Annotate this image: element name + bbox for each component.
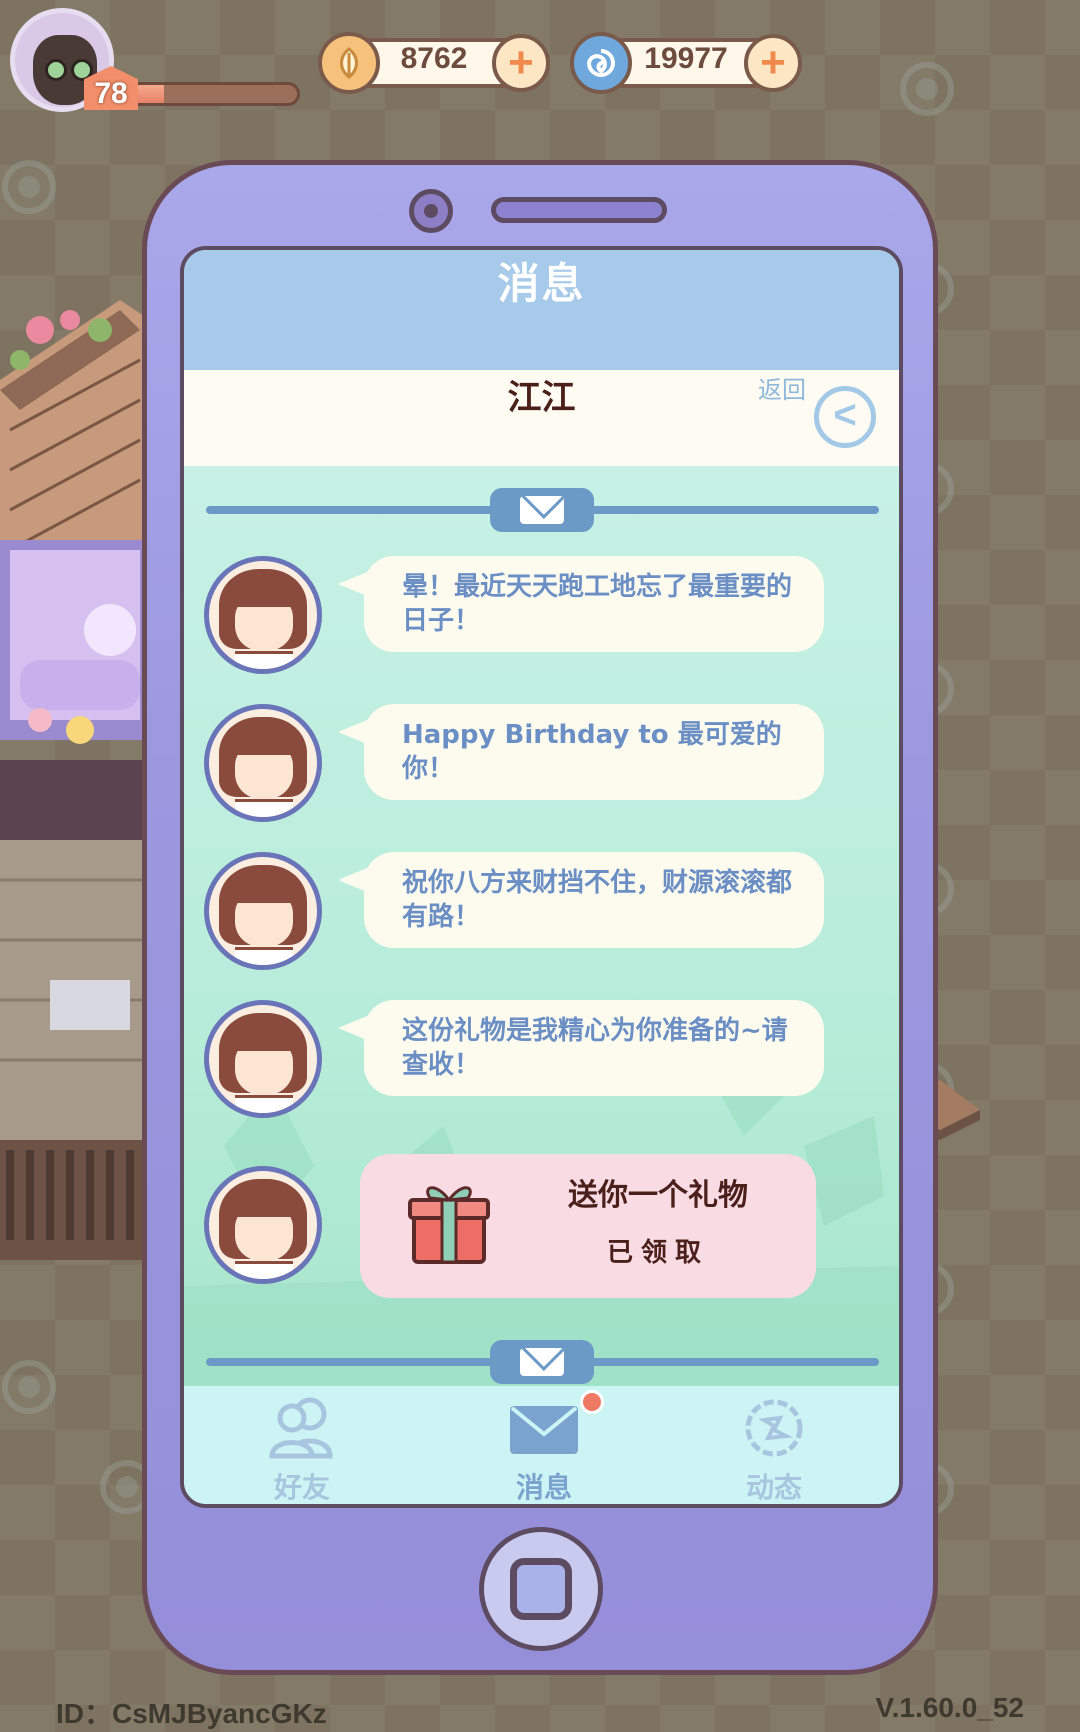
phone-screen: 消息 江江 返回 < 晕！最近天天跑工地忘了最重要的日子！ Happy Birt… (180, 246, 903, 1508)
phone-speaker (491, 197, 667, 223)
version-label: V.1.60.0_52 (875, 1692, 1024, 1723)
bottom-tab-bar: 好友 消息 动态 (184, 1386, 899, 1504)
gift-card[interactable]: 送你一个礼物 已领取 (360, 1154, 816, 1298)
gift-title: 送你一个礼物 (568, 1178, 748, 1213)
gift-box-icon (408, 1186, 490, 1264)
plus-icon: + (508, 38, 534, 87)
background-sun-icon (2, 160, 56, 214)
message-text: Happy Birthday to 最可爱的你！ (402, 720, 782, 784)
tab-messages[interactable]: 消息 (474, 1386, 614, 1504)
envelope-icon (520, 1348, 564, 1376)
message-bubble: Happy Birthday to 最可爱的你！ (338, 704, 824, 800)
envelope-tab (490, 1340, 594, 1384)
xp-bar (124, 82, 300, 106)
tab-label: 消息 (515, 1471, 572, 1504)
message-row: 晕！最近天天跑工地忘了最重要的日子！ (204, 556, 884, 676)
screen-title: 消息 (497, 259, 586, 308)
house-scene (0, 300, 150, 1260)
back-label[interactable]: 返回 (758, 370, 806, 466)
message-text: 祝你八方来财挡不住，财源滚滚都有路！ (402, 868, 793, 932)
message-list[interactable]: 晕！最近天天跑工地忘了最重要的日子！ Happy Birthday to 最可爱… (184, 466, 899, 1386)
moments-icon (745, 1399, 803, 1457)
leaf-coin-value: 8762 (400, 42, 468, 75)
tab-label: 动态 (745, 1471, 802, 1504)
background-sun-icon (900, 62, 954, 116)
contact-avatar (204, 852, 322, 970)
message-row: 祝你八方来财挡不住，财源滚滚都有路！ (204, 852, 884, 972)
contact-avatar (204, 704, 322, 822)
screen-header: 消息 (184, 250, 899, 370)
tab-moments[interactable]: 动态 (704, 1386, 844, 1504)
gift-message-row: 送你一个礼物 已领取 (204, 1154, 884, 1316)
add-swirl-gem-button[interactable]: + (744, 34, 802, 92)
tab-friends[interactable]: 好友 (232, 1386, 372, 1504)
contact-avatar (204, 1000, 322, 1118)
friends-icon (269, 1397, 333, 1459)
contact-avatar (204, 1166, 322, 1284)
tab-label: 好友 (273, 1471, 330, 1504)
swirl-gem-icon (570, 32, 632, 94)
add-leaf-coin-button[interactable]: + (492, 34, 550, 92)
chevron-left-icon: < (833, 392, 857, 437)
notification-dot (580, 1390, 604, 1414)
message-bubble: 晕！最近天天跑工地忘了最重要的日子！ (338, 556, 824, 652)
message-bubble: 祝你八方来财挡不住，财源滚滚都有路！ (338, 852, 824, 948)
swirl-gem-value: 19977 (644, 42, 728, 75)
background-sun-icon (2, 1360, 56, 1414)
message-bubble: 这份礼物是我精心为你准备的~请查收！ (338, 1000, 824, 1096)
message-text: 晕！最近天天跑工地忘了最重要的日子！ (402, 572, 793, 636)
plus-icon: + (760, 38, 786, 87)
message-text: 这份礼物是我精心为你准备的~请查收！ (402, 1016, 788, 1080)
mail-icon (510, 1406, 578, 1454)
envelope-icon (520, 496, 564, 524)
contact-bar: 江江 返回 < (184, 370, 899, 466)
phone-camera (409, 189, 453, 233)
currency-leaf-coin: 8762 + (318, 32, 550, 94)
gift-status: 已领取 (606, 1238, 709, 1268)
contact-avatar (204, 556, 322, 674)
back-button[interactable]: < (814, 386, 876, 448)
home-button[interactable] (479, 1527, 603, 1651)
envelope-tab (490, 488, 594, 532)
currency-swirl-gem: 19977 + (570, 32, 802, 94)
player-id: ID：CsMJByancGKz (56, 1698, 327, 1729)
leaf-coin-icon (318, 32, 380, 94)
message-row: Happy Birthday to 最可爱的你！ (204, 704, 884, 824)
message-row: 这份礼物是我精心为你准备的~请查收！ (204, 1000, 884, 1120)
